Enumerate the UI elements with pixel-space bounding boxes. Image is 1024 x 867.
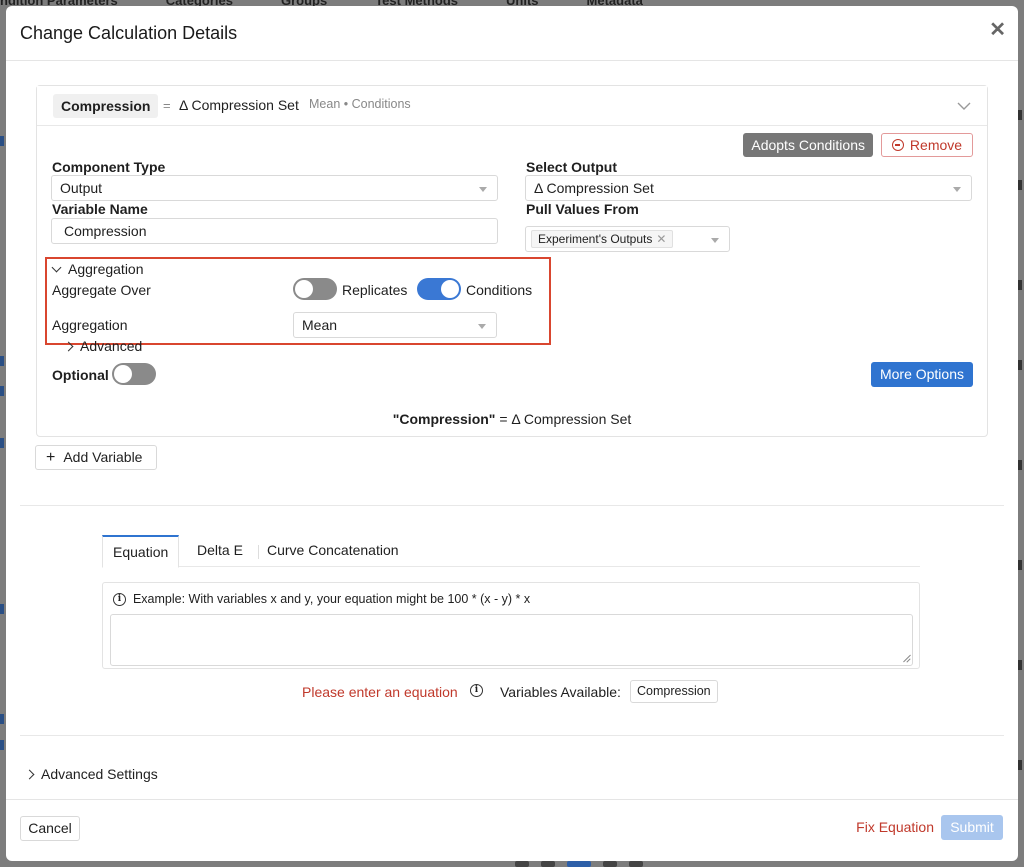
resize-handle-icon[interactable] <box>902 655 910 663</box>
chevron-down-icon <box>51 262 62 273</box>
tab-curve-concatenation[interactable]: Curve Concatenation <box>267 535 399 567</box>
conditions-label: Conditions <box>466 282 533 298</box>
info-icon[interactable]: i <box>470 684 483 697</box>
replicates-toggle[interactable] <box>293 278 337 300</box>
submit-button[interactable]: Submit <box>941 815 1003 840</box>
caret-down-icon <box>953 187 961 192</box>
component-type-label: Component Type <box>52 159 166 175</box>
fix-equation-link[interactable]: Fix Equation <box>856 819 934 835</box>
equation-error-text: Please enter an equation <box>302 684 458 700</box>
pull-values-tag-label: Experiment's Outputs <box>538 232 653 246</box>
summary-name: "Compression" <box>392 411 496 427</box>
advanced-toggle[interactable]: Advanced <box>63 338 143 354</box>
component-type-select[interactable]: Output <box>51 175 498 201</box>
remove-button[interactable]: Remove <box>881 133 973 157</box>
equation-hint-text: Example: With variables x and y, your eq… <box>132 592 531 606</box>
cancel-button[interactable]: Cancel <box>20 816 80 841</box>
chevron-down-icon[interactable] <box>957 98 971 114</box>
modal-footer: Cancel Fix Equation Submit <box>6 799 1018 861</box>
minus-circle-icon <box>891 139 904 151</box>
select-output-value: Δ Compression Set <box>534 180 654 196</box>
adopts-conditions-button[interactable]: Adopts Conditions <box>743 133 873 157</box>
variables-available-label: Variables Available: <box>500 684 621 700</box>
close-button[interactable]: ✕ <box>989 20 1006 40</box>
add-variable-label: Add Variable <box>63 449 143 465</box>
chevron-right-icon <box>24 769 35 780</box>
variable-name-label: Variable Name <box>52 201 148 217</box>
toggle-knob <box>114 365 132 383</box>
chevron-right-icon <box>63 341 74 352</box>
variable-summary: "Compression" = Δ Compression Set <box>37 411 987 427</box>
aggregation-select[interactable]: Mean <box>293 312 497 338</box>
pull-values-select[interactable]: Experiment's Outputs ✕ <box>525 226 730 252</box>
select-output-label: Select Output <box>526 159 618 175</box>
aggregation-section-toggle[interactable]: Aggregation <box>51 261 144 277</box>
aggregation-section-label: Aggregation <box>68 261 144 277</box>
variable-card: Compression = Δ Compression Set Mean • C… <box>36 85 988 437</box>
variable-source: Δ Compression Set <box>179 97 299 113</box>
background-pagination <box>515 861 675 867</box>
tab-equation[interactable]: Equation <box>102 535 180 568</box>
equation-panel: i Example: With variables x and y, your … <box>102 582 920 669</box>
summary-value: Δ Compression Set <box>511 411 632 427</box>
caret-down-icon <box>479 187 487 192</box>
equation-textarea[interactable] <box>110 614 913 666</box>
modal-header: Change Calculation Details ✕ <box>6 6 1018 61</box>
optional-toggle[interactable] <box>112 363 156 385</box>
equation-hint: i Example: With variables x and y, your … <box>113 592 531 607</box>
advanced-settings-label: Advanced Settings <box>41 766 158 782</box>
equals-sign: = <box>163 98 171 113</box>
replicates-label: Replicates <box>342 282 408 298</box>
variable-meta: Mean • Conditions <box>309 97 411 111</box>
variable-name-input[interactable]: Compression <box>51 218 498 244</box>
variable-name-pill: Compression <box>53 94 159 118</box>
advanced-label: Advanced <box>80 338 143 354</box>
pull-values-label: Pull Values From <box>526 201 639 217</box>
close-icon[interactable]: ✕ <box>989 19 1006 41</box>
optional-label: Optional <box>52 367 109 383</box>
pull-values-tag: Experiment's Outputs ✕ <box>531 230 674 248</box>
variable-card-header[interactable]: Compression = Δ Compression Set Mean • C… <box>37 86 987 126</box>
section-divider <box>20 735 1004 736</box>
conditions-toggle[interactable] <box>417 278 461 300</box>
select-output-select[interactable]: Δ Compression Set <box>525 175 972 201</box>
plus-icon: + <box>46 449 56 466</box>
remove-label: Remove <box>909 137 963 153</box>
aggregate-over-label: Aggregate Over <box>52 282 151 298</box>
background-right-edge <box>1018 60 1024 860</box>
section-divider <box>20 505 1004 506</box>
info-icon: i <box>113 593 126 607</box>
remove-tag-icon[interactable]: ✕ <box>656 232 666 246</box>
aggregation-label: Aggregation <box>52 317 128 333</box>
caret-down-icon <box>478 324 486 329</box>
aggregation-value: Mean <box>302 317 338 333</box>
change-calculation-modal: Change Calculation Details ✕ Compression… <box>6 6 1018 861</box>
caret-down-icon <box>711 238 719 243</box>
tab-delta-e[interactable]: Delta E <box>197 535 243 567</box>
equation-tabs: Equation Delta E Curve Concatenation <box>102 535 920 568</box>
more-options-button[interactable]: More Options <box>870 362 973 387</box>
modal-title: Change Calculation Details <box>20 23 238 43</box>
component-type-value: Output <box>60 180 103 196</box>
advanced-settings-toggle[interactable]: Advanced Settings <box>24 766 158 782</box>
summary-eq: = <box>495 411 512 427</box>
variable-chip[interactable]: Compression <box>630 680 718 703</box>
tab-separator <box>258 545 259 559</box>
toggle-knob <box>441 280 459 298</box>
toggle-knob <box>295 280 313 298</box>
add-variable-button[interactable]: + Add Variable <box>35 445 157 470</box>
